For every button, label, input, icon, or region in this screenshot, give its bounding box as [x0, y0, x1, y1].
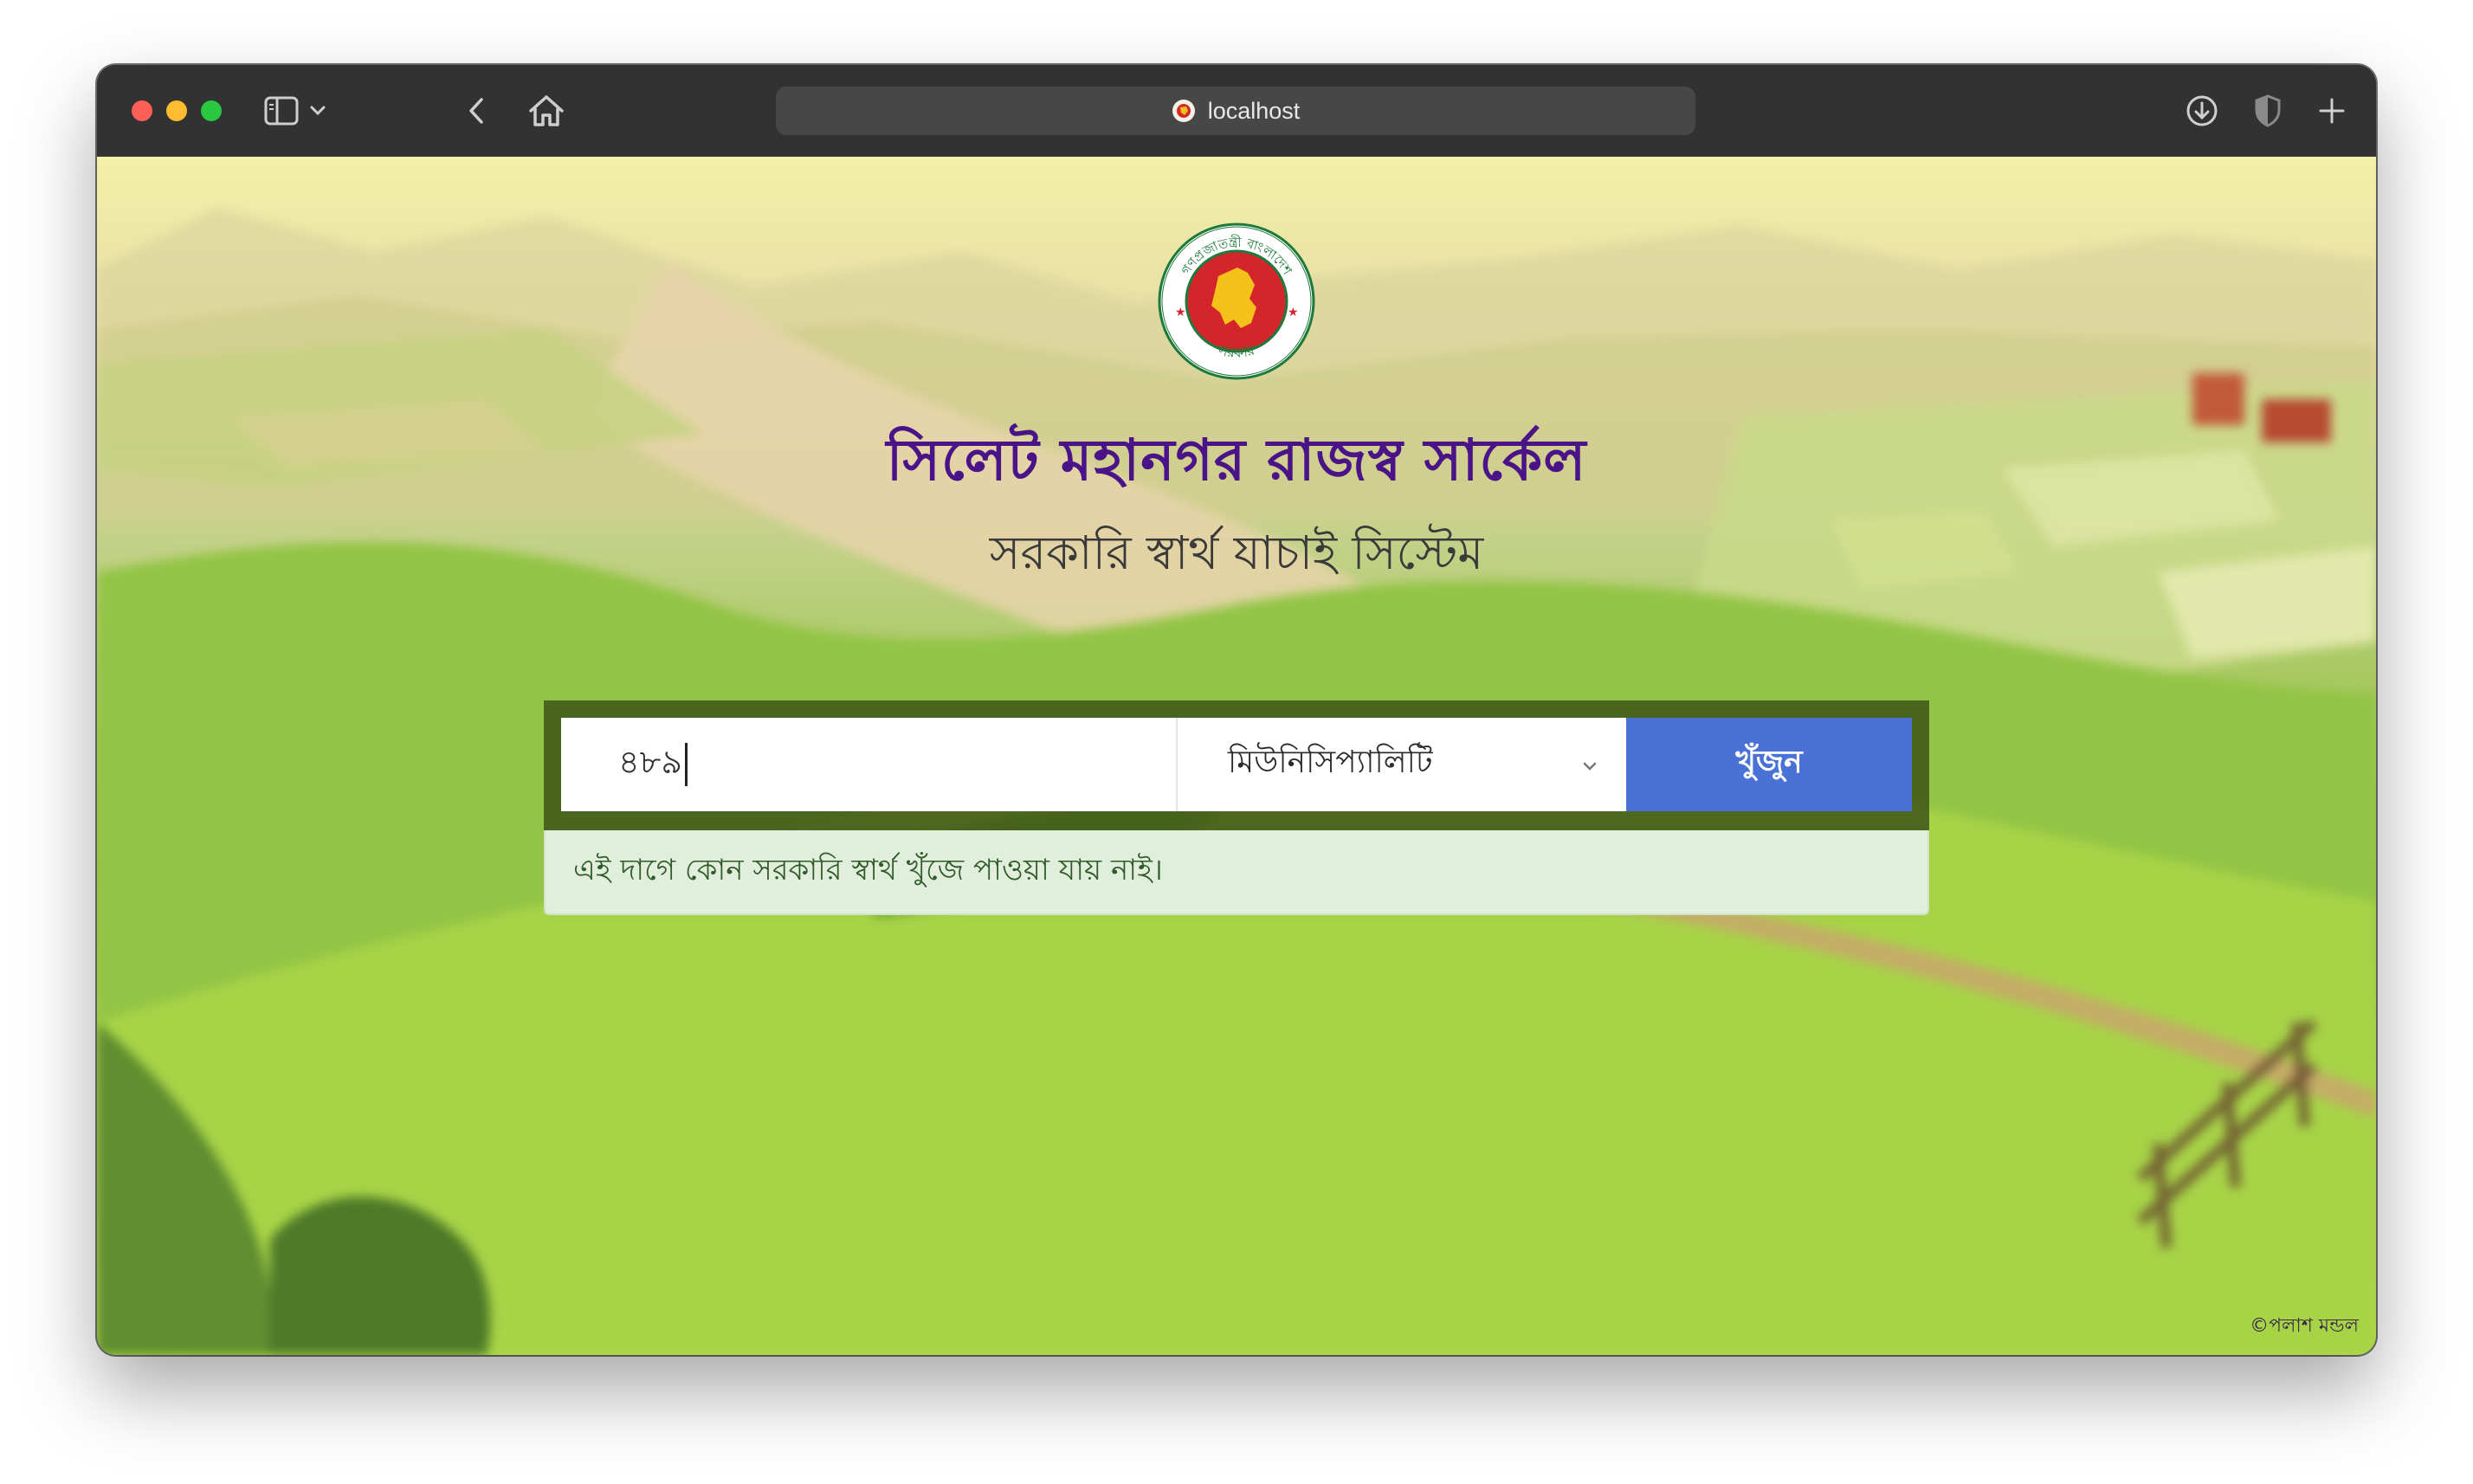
area-type-selected: মিউনিসিপ্যালিটি: [1228, 745, 1433, 780]
result-message: এই দাগে কোন সরকারি স্বার্থ খুঁজে পাওয়া …: [544, 830, 1929, 915]
chevron-down-icon: [1583, 762, 1597, 771]
home-icon[interactable]: [526, 91, 566, 131]
shield-icon[interactable]: [2250, 93, 2286, 129]
result-message-text: এই দাগে কোন সরকারি স্বার্থ খুঁজে পাওয়া …: [573, 852, 1163, 887]
maximize-window-button[interactable]: [201, 100, 222, 121]
site-favicon: [1172, 99, 1196, 123]
government-emblem-icon: ★ ★ গণপ্রজাতন্ত্রী বাংলাদেশ সরকার: [1158, 223, 1315, 380]
minimize-window-button[interactable]: [166, 100, 187, 121]
browser-window: localhost ★ ★ গণপ্রজাতন্ত্রী বাংলাদেশ সর…: [97, 65, 2376, 1355]
plot-number-value: ৪৮৯: [618, 743, 682, 781]
page-viewport: ★ ★ গণপ্রজাতন্ত্রী বাংলাদেশ সরকার সিলেট …: [97, 157, 2376, 1355]
svg-text:★: ★: [1288, 306, 1299, 319]
back-icon[interactable]: [459, 94, 494, 128]
address-bar[interactable]: localhost: [776, 87, 1695, 135]
page-subtitle: সরকারি স্বার্থ যাচাই সিস্টেম: [989, 526, 1484, 580]
plus-icon[interactable]: [2314, 93, 2350, 129]
page-title: সিলেট মহানগর রাজস্ব সার্কেল: [886, 426, 1587, 494]
svg-text:★: ★: [1175, 306, 1186, 319]
sidebar-icon[interactable]: [264, 94, 299, 128]
search-panel: ৪৮৯ মিউনিসিপ্যালিটি খুঁজুন: [544, 700, 1929, 830]
text-caret: [684, 743, 688, 786]
search-button[interactable]: খুঁজুন: [1626, 718, 1912, 811]
download-icon[interactable]: [2184, 93, 2220, 129]
browser-toolbar: localhost: [97, 65, 2376, 158]
plot-number-input[interactable]: ৪৮৯: [561, 718, 1176, 811]
url-text: localhost: [1207, 97, 1301, 124]
area-type-select[interactable]: মিউনিসিপ্যালিটি: [1176, 718, 1626, 811]
copyright-text: ©পলাশ মন্ডল: [2250, 1315, 2359, 1337]
chevron-down-icon[interactable]: [305, 98, 331, 124]
close-window-button[interactable]: [132, 100, 152, 121]
